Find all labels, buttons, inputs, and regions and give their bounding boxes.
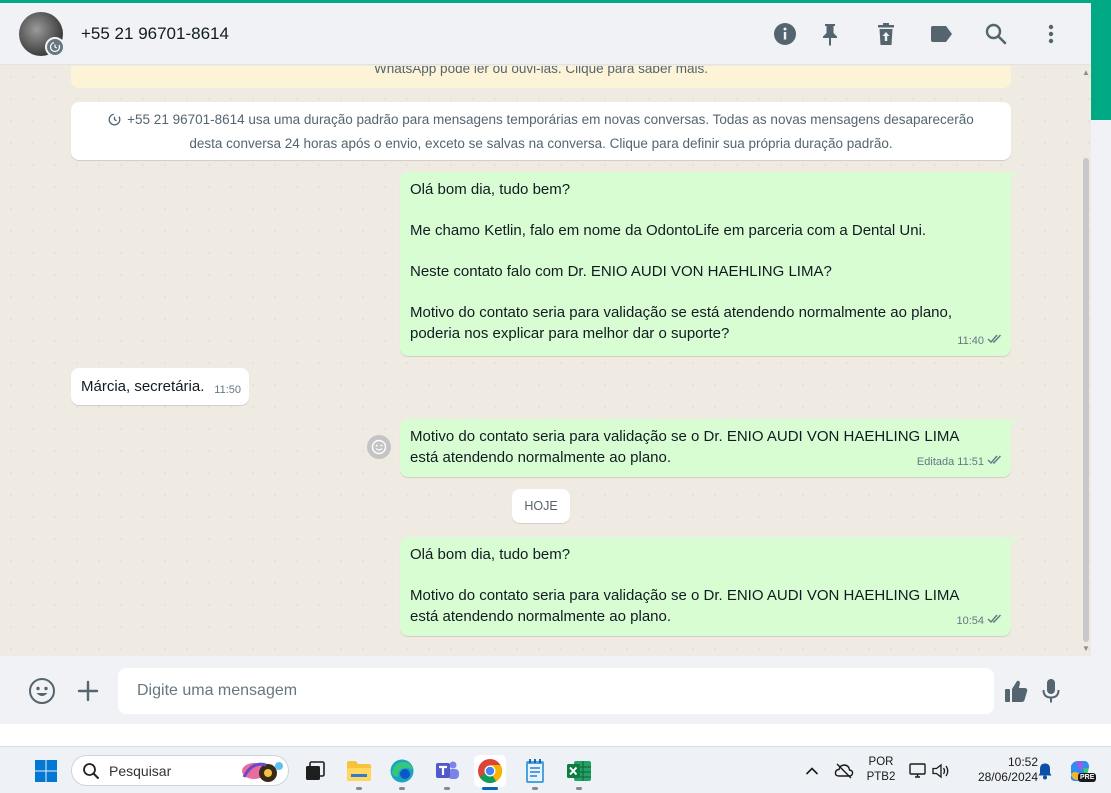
info-icon[interactable] bbox=[772, 21, 798, 47]
chrome-browser-icon[interactable] bbox=[474, 755, 506, 790]
encryption-banner[interactable]: WhatsApp pode ler ou ouvi-las. Clique pa… bbox=[71, 66, 1011, 88]
thumbs-up-icon[interactable] bbox=[1002, 677, 1030, 705]
message-meta: 11:40 bbox=[957, 331, 1003, 352]
taskbar-search[interactable]: Pesquisar bbox=[71, 755, 289, 786]
date-separator: HOJE bbox=[512, 489, 570, 523]
message-time: 11:50 bbox=[214, 384, 241, 396]
edge-browser-icon[interactable] bbox=[386, 755, 418, 790]
disappearing-info-text: +55 21 96701-8614 usa uma duração padrão… bbox=[127, 112, 974, 151]
teams-icon[interactable] bbox=[431, 755, 463, 790]
chat-area[interactable]: WhatsApp pode ler ou ouvi-las. Clique pa… bbox=[0, 66, 1091, 656]
menu-dots-icon[interactable] bbox=[1038, 21, 1064, 47]
volume-icon[interactable] bbox=[925, 755, 957, 787]
message-text: Me chamo Ketlin, falo em nome da OdontoL… bbox=[410, 222, 927, 239]
notification-bell-icon[interactable] bbox=[1029, 755, 1061, 787]
input-language-indicator[interactable]: POR PTB2 bbox=[862, 755, 900, 785]
double-check-icon bbox=[987, 452, 1003, 473]
message-time: 11:40 bbox=[957, 335, 984, 347]
message-meta: 10:54 bbox=[956, 611, 1003, 632]
scroll-down-arrow-icon[interactable]: ▼ bbox=[1082, 644, 1090, 653]
contact-name[interactable]: +55 21 96701-8614 bbox=[81, 24, 229, 44]
message-composer bbox=[0, 656, 1091, 724]
running-indicator bbox=[356, 787, 362, 790]
search-label: Pesquisar bbox=[109, 763, 172, 779]
chat-header: +55 21 96701-8614 bbox=[0, 3, 1091, 65]
clock-date: 28/06/2024 bbox=[977, 770, 1038, 784]
preview-badge: PRE bbox=[1078, 773, 1097, 782]
task-view-icon[interactable] bbox=[299, 755, 331, 787]
bubble-tail bbox=[1010, 172, 1018, 180]
search-icon bbox=[82, 762, 100, 785]
label-icon[interactable] bbox=[928, 21, 954, 47]
language-code: POR bbox=[868, 756, 894, 768]
notepad-icon[interactable] bbox=[519, 755, 551, 790]
search-icon[interactable] bbox=[983, 21, 1009, 47]
disappearing-messages-info[interactable]: +55 21 96701-8614 usa uma duração padrão… bbox=[71, 102, 1011, 160]
message-meta: 11:50 bbox=[214, 380, 241, 401]
bubble-tail bbox=[1010, 537, 1018, 545]
message-text: Olá bom dia, tudo bem? bbox=[410, 181, 571, 198]
running-indicator bbox=[532, 787, 538, 790]
clock-time: 10:52 bbox=[1007, 755, 1038, 769]
message-time: 10:54 bbox=[956, 615, 984, 627]
react-emoji-icon[interactable] bbox=[367, 435, 391, 459]
message-bubble-outgoing[interactable]: Motivo do contato seria para validação s… bbox=[400, 419, 1018, 477]
background-window-gap bbox=[1091, 120, 1111, 724]
file-explorer-icon[interactable] bbox=[343, 755, 375, 790]
excel-icon[interactable] bbox=[563, 755, 595, 790]
chat-scrollbar[interactable]: ▲ ▼ bbox=[1080, 66, 1091, 656]
background-window-edge bbox=[1091, 0, 1111, 120]
disappearing-timer-icon bbox=[45, 37, 65, 57]
message-text: Olá bom dia, tudo bem? bbox=[410, 546, 571, 563]
microphone-icon[interactable] bbox=[1037, 677, 1065, 705]
message-text: Motivo do contato seria para validação s… bbox=[410, 428, 959, 466]
message-bubble-outgoing[interactable]: Olá bom dia, tudo bem? Motivo do contato… bbox=[400, 537, 1018, 636]
message-text: Motivo do contato seria para validação s… bbox=[410, 304, 953, 342]
emoji-icon[interactable] bbox=[28, 677, 56, 705]
timer-icon bbox=[108, 111, 121, 133]
double-check-icon bbox=[987, 611, 1003, 632]
message-input[interactable] bbox=[118, 668, 994, 714]
running-indicator bbox=[399, 787, 405, 790]
message-bubble-incoming[interactable]: Márcia, secretária. 11:50 bbox=[71, 368, 249, 405]
bubble-tail bbox=[1010, 419, 1018, 427]
attach-plus-icon[interactable] bbox=[74, 677, 102, 705]
whatsapp-window: +55 21 96701-8614 WhatsApp pode ler ou o… bbox=[0, 0, 1091, 724]
running-indicator bbox=[444, 787, 450, 790]
message-bubble-outgoing[interactable]: Olá bom dia, tudo bem? Me chamo Ketlin, … bbox=[400, 172, 1018, 356]
system-clock[interactable]: 10:52 28/06/2024 bbox=[958, 755, 1038, 785]
message-text: Motivo do contato seria para validação s… bbox=[410, 587, 959, 625]
pin-icon[interactable] bbox=[817, 21, 843, 47]
search-highlight-icon bbox=[238, 757, 286, 790]
scrollbar-thumb[interactable] bbox=[1083, 158, 1089, 642]
message-text: Neste contato falo com Dr. ENIO AUDI VON… bbox=[410, 263, 832, 280]
keyboard-layout: PTB2 bbox=[866, 771, 896, 783]
cloud-offline-icon[interactable] bbox=[828, 755, 860, 787]
scroll-up-arrow-icon[interactable]: ▲ bbox=[1082, 68, 1090, 77]
message-meta: Editada 11:51 bbox=[917, 452, 1003, 473]
show-hidden-icons-chevron-icon[interactable] bbox=[796, 755, 828, 787]
running-indicator bbox=[576, 787, 582, 790]
copilot-icon[interactable]: PRE bbox=[1064, 755, 1097, 787]
double-check-icon bbox=[987, 331, 1003, 352]
message-time: Editada 11:51 bbox=[916, 456, 984, 468]
running-indicator bbox=[482, 787, 498, 790]
windows-taskbar: Pesquisar POR PTB2 10:52 28/06/2024 PRE bbox=[0, 746, 1111, 793]
delete-icon[interactable] bbox=[873, 21, 899, 47]
windows-start-icon[interactable] bbox=[30, 755, 62, 787]
